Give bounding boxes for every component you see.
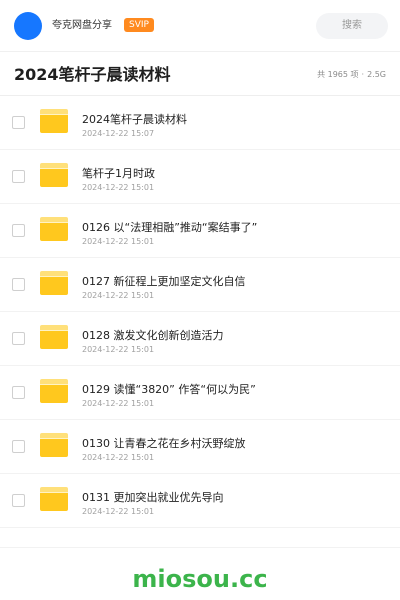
file-row[interactable]: 0126 以“法理相融”推动“案结事了” 2024-12-22 15:01 [0, 204, 400, 258]
file-date: 2024-12-22 15:01 [82, 453, 155, 462]
file-name: 0130 让青春之花在乡村沃野绽放 [82, 437, 246, 450]
file-name: 0131 更加突出就业优先导向 [82, 491, 224, 504]
item-count: 共 1965 项 [317, 70, 359, 79]
file-row[interactable]: 0130 让青春之花在乡村沃野绽放 2024-12-22 15:01 [0, 420, 400, 474]
folder-header: 2024笔杆子晨读材料 共 1965 项 · 2.5G [0, 52, 400, 96]
file-name: 0126 以“法理相融”推动“案结事了” [82, 221, 258, 234]
file-name: 0127 新征程上更加坚定文化自信 [82, 275, 246, 288]
file-date: 2024-12-22 15:01 [82, 399, 155, 408]
folder-icon [40, 379, 68, 403]
select-checkbox[interactable] [12, 224, 25, 237]
svip-badge: SVIP [124, 18, 154, 32]
folder-icon [40, 163, 68, 187]
file-row[interactable]: 0131 更加突出就业优先导向 2024-12-22 15:01 [0, 474, 400, 528]
file-row[interactable]: 0128 激发文化创新创造活力 2024-12-22 15:01 [0, 312, 400, 366]
folder-icon [40, 487, 68, 511]
top-bar: 夸克网盘分享 SVIP 搜索 [0, 0, 400, 52]
file-list: 2024笔杆子晨读材料 2024-12-22 15:07 笔杆子1月时政 202… [0, 96, 400, 528]
search-placeholder: 搜索 [342, 20, 362, 31]
file-name: 2024笔杆子晨读材料 [82, 113, 187, 126]
file-date: 2024-12-22 15:01 [82, 291, 155, 300]
search-button[interactable]: 搜索 [316, 13, 388, 39]
file-date: 2024-12-22 15:07 [82, 129, 155, 138]
file-row[interactable]: 2024笔杆子晨读材料 2024-12-22 15:07 [0, 96, 400, 150]
select-checkbox[interactable] [12, 116, 25, 129]
summary-separator: · [361, 70, 365, 79]
file-row[interactable]: 笔杆子1月时政 2024-12-22 15:01 [0, 150, 400, 204]
site-watermark: miosou.cc [132, 565, 268, 593]
file-name: 0129 读懂“3820” 作答“何以为民” [82, 383, 256, 396]
select-checkbox[interactable] [12, 278, 25, 291]
folder-icon [40, 271, 68, 295]
total-size: 2.5G [367, 70, 386, 79]
file-date: 2024-12-22 15:01 [82, 237, 155, 246]
select-checkbox[interactable] [12, 332, 25, 345]
file-row[interactable]: 0129 读懂“3820” 作答“何以为民” 2024-12-22 15:01 [0, 366, 400, 420]
select-checkbox[interactable] [12, 386, 25, 399]
folder-icon [40, 217, 68, 241]
username: 夸克网盘分享 [52, 20, 112, 31]
file-row[interactable]: 0127 新征程上更加坚定文化自信 2024-12-22 15:01 [0, 258, 400, 312]
file-name: 0128 激发文化创新创造活力 [82, 329, 224, 342]
page-title: 2024笔杆子晨读材料 [14, 65, 171, 84]
file-date: 2024-12-22 15:01 [82, 183, 155, 192]
folder-summary: 共 1965 项 · 2.5G [317, 69, 386, 81]
file-date: 2024-12-22 15:01 [82, 507, 155, 516]
avatar[interactable] [14, 12, 42, 40]
folder-icon [40, 325, 68, 349]
select-checkbox[interactable] [12, 494, 25, 507]
folder-icon [40, 433, 68, 457]
select-checkbox[interactable] [12, 170, 25, 183]
select-checkbox[interactable] [12, 440, 25, 453]
footer-divider [0, 547, 400, 548]
file-name: 笔杆子1月时政 [82, 167, 155, 180]
folder-icon [40, 109, 68, 133]
file-date: 2024-12-22 15:01 [82, 345, 155, 354]
